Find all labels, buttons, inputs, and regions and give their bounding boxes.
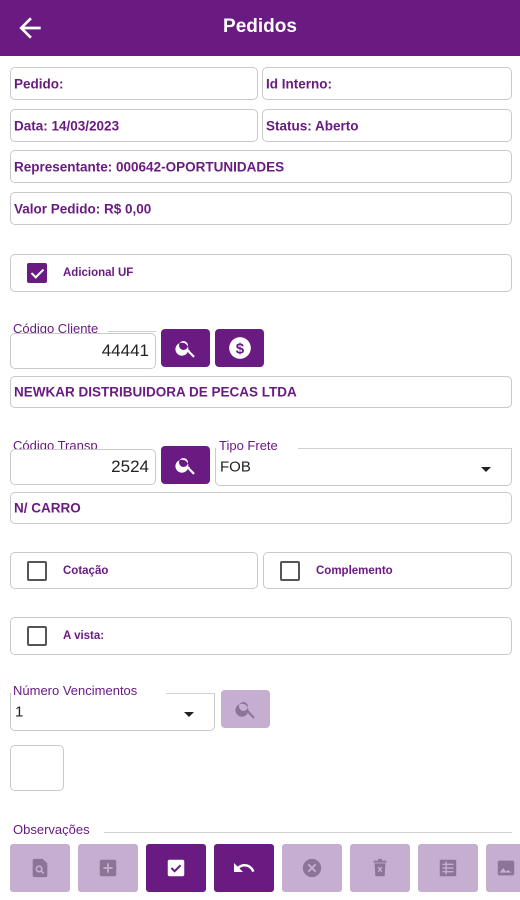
status-label: Status: Aberto xyxy=(266,118,359,133)
view-button[interactable] xyxy=(10,844,70,892)
complemento-label: Complemento xyxy=(316,565,393,577)
cliente-name-field: NEWKAR DISTRIBUIDORA DE PECAS LTDA xyxy=(10,376,512,408)
list-icon xyxy=(439,859,457,877)
a-vista-row[interactable]: A vista: xyxy=(10,617,512,655)
tipo-frete-label: Tipo Frete xyxy=(219,438,282,453)
complemento-checkbox[interactable] xyxy=(280,561,300,581)
cotacao-row[interactable]: Cotação xyxy=(10,552,258,589)
valor-pedido-label: Valor Pedido: R$ 0,00 xyxy=(14,201,152,216)
tipo-frete-select[interactable]: FOB xyxy=(216,448,513,486)
valor-pedido-field: Valor Pedido: R$ 0,00 xyxy=(10,192,512,225)
price-button[interactable]: $ xyxy=(215,329,264,367)
tipo-frete-value: FOB xyxy=(220,458,251,476)
id-interno-field: Id Interno: xyxy=(262,67,512,100)
gallery-button[interactable] xyxy=(486,844,520,892)
divider xyxy=(298,448,512,449)
cancel-icon xyxy=(302,858,322,878)
representante-field: Representante: 000642-OPORTUNIDADES xyxy=(10,150,512,183)
a-vista-checkbox[interactable] xyxy=(27,626,47,646)
cotacao-label: Cotação xyxy=(63,565,109,577)
undo-button[interactable] xyxy=(214,844,274,892)
observacoes-label: Observações xyxy=(13,822,94,837)
vencimentos-dropdown[interactable]: 1 xyxy=(10,693,215,731)
bottom-toolbar xyxy=(0,836,520,900)
adicional-uf-checkbox[interactable] xyxy=(27,263,47,283)
delete-icon xyxy=(373,858,387,877)
search-icon xyxy=(234,702,255,719)
dollar-icon: $ xyxy=(228,337,251,359)
status-field: Status: Aberto xyxy=(262,109,512,142)
cotacao-checkbox[interactable] xyxy=(27,561,47,581)
divider xyxy=(104,832,512,833)
document-search-icon xyxy=(32,858,48,878)
page-title: Pedidos xyxy=(223,16,297,37)
divider xyxy=(166,693,215,694)
vencimentos-label: Número Vencimentos xyxy=(13,683,142,698)
id-interno-label: Id Interno: xyxy=(266,76,332,91)
search-vencimentos-button[interactable] xyxy=(221,690,270,728)
check-box-icon xyxy=(167,859,185,877)
codigo-transp-input[interactable]: 2524 xyxy=(10,449,156,485)
app-bar: Pedidos xyxy=(0,0,520,56)
codigo-transp-value: 2524 xyxy=(111,457,149,476)
delete-button[interactable] xyxy=(350,844,410,892)
transp-name: N/ CARRO xyxy=(14,500,81,516)
vencimentos-select[interactable]: 1 xyxy=(11,693,216,731)
divider xyxy=(108,331,156,332)
representante-label: Representante: 000642-OPORTUNIDADES xyxy=(14,159,285,174)
search-icon xyxy=(174,458,195,475)
dropdown-arrow-icon xyxy=(184,712,194,717)
confirm-button[interactable] xyxy=(146,844,206,892)
data-label: Data: 14/03/2023 xyxy=(14,118,120,133)
codigo-cliente-value: 44441 xyxy=(101,341,149,360)
data-field: Data: 14/03/2023 xyxy=(10,109,258,142)
pedido-field: Pedido: xyxy=(10,67,258,100)
adicional-uf-label: Adicional UF xyxy=(63,267,134,279)
empty-box[interactable] xyxy=(10,745,64,791)
add-icon xyxy=(99,859,117,877)
vencimentos-value: 1 xyxy=(15,703,24,721)
cancel-button[interactable] xyxy=(282,844,342,892)
a-vista-label: A vista: xyxy=(63,630,105,642)
add-button[interactable] xyxy=(78,844,138,892)
adicional-uf-row[interactable]: Adicional UF xyxy=(10,254,512,292)
search-cliente-button[interactable] xyxy=(161,329,210,367)
complemento-row[interactable]: Complemento xyxy=(263,552,512,589)
cliente-name: NEWKAR DISTRIBUIDORA DE PECAS LTDA xyxy=(14,384,297,400)
transp-name-field: N/ CARRO xyxy=(10,492,512,524)
undo-icon xyxy=(234,863,255,872)
pedido-label: Pedido: xyxy=(14,76,64,91)
list-button[interactable] xyxy=(418,844,478,892)
tipo-frete-dropdown[interactable]: FOB xyxy=(215,448,512,486)
search-icon xyxy=(174,341,195,358)
svg-text:$: $ xyxy=(235,340,244,357)
codigo-cliente-input[interactable]: 44441 xyxy=(10,333,156,369)
dropdown-arrow-icon xyxy=(481,467,491,472)
image-icon xyxy=(498,860,515,876)
search-transp-button[interactable] xyxy=(161,446,210,484)
